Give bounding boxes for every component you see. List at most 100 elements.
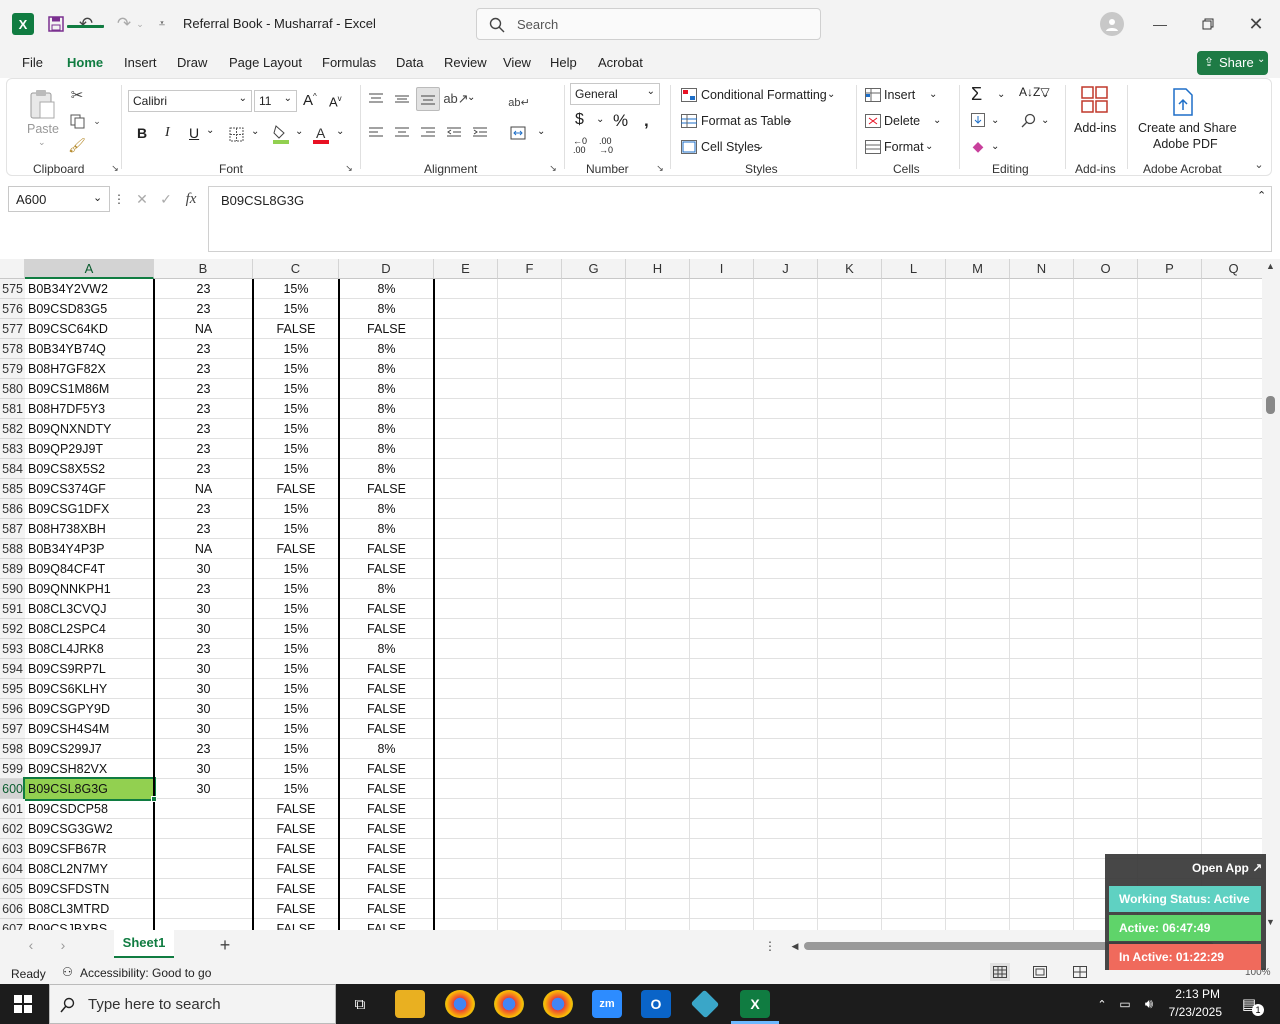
paste-label[interactable]: Paste: [27, 122, 59, 136]
column-header-j[interactable]: J: [754, 259, 818, 279]
insert-cells-icon[interactable]: [864, 86, 882, 104]
formula-input[interactable]: B09CSL8G3G ⌃: [208, 186, 1272, 252]
cell-b[interactable]: [154, 799, 253, 819]
cell-c[interactable]: 15%: [253, 699, 339, 719]
font-size-dropdown[interactable]: 11 ⌄: [254, 90, 297, 112]
cell-a[interactable]: B09CSD83G5: [25, 299, 154, 319]
cell-a[interactable]: B09CS1M86M: [25, 379, 154, 399]
column-header-a[interactable]: A: [25, 259, 154, 279]
cell-d[interactable]: FALSE: [339, 559, 434, 579]
cell-d[interactable]: 8%: [339, 299, 434, 319]
close-icon[interactable]: ✕: [1243, 12, 1269, 36]
cell-b[interactable]: 30: [154, 659, 253, 679]
fill-color-dropdown-icon[interactable]: ⌄: [295, 126, 303, 137]
row-header[interactable]: 596: [0, 699, 25, 719]
cell-b[interactable]: 30: [154, 699, 253, 719]
redo-dropdown-icon[interactable]: ⌄: [134, 13, 146, 35]
windows-start-icon[interactable]: [12, 994, 34, 1014]
cell-c[interactable]: 15%: [253, 579, 339, 599]
confirm-entry-icon[interactable]: ✓: [157, 190, 175, 208]
row-header[interactable]: 602: [0, 819, 25, 839]
column-header-h[interactable]: H: [626, 259, 690, 279]
cell-c[interactable]: 15%: [253, 519, 339, 539]
cell-d[interactable]: FALSE: [339, 859, 434, 879]
chrome-profile-2-icon[interactable]: [543, 990, 573, 1018]
cell-d[interactable]: FALSE: [339, 919, 434, 930]
decrease-decimal-icon[interactable]: .00 →0: [599, 137, 613, 155]
restore-icon[interactable]: [1195, 12, 1221, 36]
cell-c[interactable]: 15%: [253, 339, 339, 359]
row-header[interactable]: 600: [0, 779, 25, 799]
cell-a[interactable]: B09CS374GF: [25, 479, 154, 499]
next-sheet-icon[interactable]: ›: [54, 936, 72, 954]
chrome-profile-icon[interactable]: [494, 990, 524, 1018]
cell-d[interactable]: 8%: [339, 499, 434, 519]
row-header[interactable]: 583: [0, 439, 25, 459]
selected-cell[interactable]: B09CSL8G3G: [23, 777, 156, 801]
row-header[interactable]: 579: [0, 359, 25, 379]
taskbar-search-input[interactable]: Type here to search: [49, 984, 336, 1024]
cell-d[interactable]: FALSE: [339, 719, 434, 739]
paste-icon[interactable]: [27, 87, 57, 121]
column-header-n[interactable]: N: [1010, 259, 1074, 279]
autosum-dropdown-icon[interactable]: ⌄: [997, 89, 1005, 100]
borders-icon[interactable]: [227, 125, 245, 143]
cell-a[interactable]: B08H7DF5Y3: [25, 399, 154, 419]
spreadsheet-grid[interactable]: A B C D E F G H I J K L M N O P Q 575 B0B34Y2VW2 23 15% 8% 576…: [0, 259, 1262, 930]
redo-icon[interactable]: ↷: [112, 13, 136, 35]
cell-b[interactable]: NA: [154, 319, 253, 339]
scroll-down-icon[interactable]: ▼: [1266, 917, 1275, 927]
menu-draw[interactable]: Draw: [177, 55, 207, 70]
collapse-ribbon-icon[interactable]: ⌄: [1251, 157, 1267, 171]
collapse-formula-bar-icon[interactable]: ⌃: [1257, 189, 1266, 202]
column-header-o[interactable]: O: [1074, 259, 1138, 279]
sheet-tab[interactable]: Sheet1: [114, 930, 174, 958]
cell-d[interactable]: FALSE: [339, 659, 434, 679]
accessibility-status[interactable]: Accessibility: Good to go: [80, 966, 211, 980]
task-view-icon[interactable]: ⧉: [348, 992, 372, 1016]
row-header[interactable]: 603: [0, 839, 25, 859]
cell-a[interactable]: B09CSH4S4M: [25, 719, 154, 739]
cell-a[interactable]: B08CL2N7MY: [25, 859, 154, 879]
cell-a[interactable]: B09CSG3GW2: [25, 819, 154, 839]
column-header-b[interactable]: B: [154, 259, 253, 279]
scroll-up-icon[interactable]: ▲: [1266, 261, 1275, 271]
cell-b[interactable]: [154, 859, 253, 879]
more-options-icon[interactable]: ⋮: [113, 190, 125, 208]
find-select-icon[interactable]: [1019, 111, 1037, 129]
cell-a[interactable]: B09CSFDSTN: [25, 879, 154, 899]
increase-font-size-icon[interactable]: A^: [303, 92, 317, 109]
cell-c[interactable]: 15%: [253, 459, 339, 479]
addins-button[interactable]: Add-ins: [1074, 121, 1116, 135]
cell-b[interactable]: 23: [154, 399, 253, 419]
create-share-pdf-line1[interactable]: Create and Share: [1138, 121, 1237, 135]
row-header[interactable]: 607: [0, 919, 25, 930]
vertical-scroll-thumb[interactable]: [1266, 396, 1275, 414]
middle-align-icon[interactable]: [393, 90, 411, 108]
font-color-dropdown-icon[interactable]: ⌄: [336, 126, 344, 137]
font-color-icon[interactable]: A: [311, 123, 331, 145]
cell-c[interactable]: FALSE: [253, 319, 339, 339]
clipboard-launcher-icon[interactable]: ↘: [109, 161, 121, 175]
cell-d[interactable]: FALSE: [339, 679, 434, 699]
copy-icon[interactable]: [67, 111, 87, 131]
cell-a[interactable]: B09CS9RP7L: [25, 659, 154, 679]
cell-d[interactable]: 8%: [339, 419, 434, 439]
cell-b[interactable]: [154, 879, 253, 899]
decrease-font-size-icon[interactable]: Av: [329, 94, 342, 109]
excel-taskbar-icon[interactable]: X: [740, 990, 770, 1018]
row-header[interactable]: 575: [0, 279, 25, 299]
cell-d[interactable]: FALSE: [339, 819, 434, 839]
merge-center-icon[interactable]: [507, 124, 529, 142]
format-painter-icon[interactable]: 🖌: [67, 135, 87, 155]
insert-dropdown-icon[interactable]: ⌄: [929, 89, 937, 100]
cell-a[interactable]: B09CSGPY9D: [25, 699, 154, 719]
tab-options-icon[interactable]: ⋮: [764, 937, 776, 955]
add-sheet-icon[interactable]: +: [214, 935, 236, 955]
cell-c[interactable]: 15%: [253, 779, 339, 799]
menu-page-layout[interactable]: Page Layout: [229, 55, 302, 70]
orientation-icon[interactable]: ab↗: [443, 90, 468, 108]
cell-b[interactable]: 23: [154, 499, 253, 519]
row-header[interactable]: 594: [0, 659, 25, 679]
previous-sheet-icon[interactable]: ‹: [22, 936, 40, 954]
